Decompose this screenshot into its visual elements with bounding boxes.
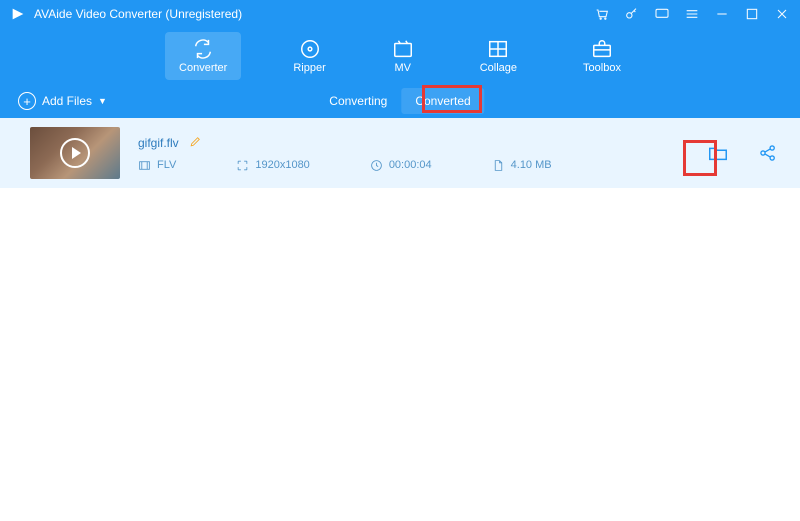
nav-mv[interactable]: MV	[378, 32, 428, 80]
file-format-value: FLV	[157, 159, 176, 171]
nav-converter[interactable]: Converter	[165, 32, 241, 80]
edit-icon[interactable]	[189, 135, 202, 151]
cart-icon[interactable]	[594, 6, 610, 22]
converter-icon	[192, 38, 214, 60]
file-size: 4.10 MB	[492, 159, 552, 172]
file-row: gifgif.flv FLV 1920x1080 00:00:04 4.10 M…	[0, 118, 800, 188]
file-resolution: 1920x1080	[236, 159, 309, 172]
file-duration: 00:00:04	[370, 159, 432, 172]
add-files-button[interactable]: + Add Files ▼	[18, 92, 107, 110]
file-info: gifgif.flv FLV 1920x1080 00:00:04 4.10 M…	[138, 135, 686, 172]
nav-label: Collage	[480, 62, 517, 74]
file-icon	[492, 159, 505, 172]
sub-toolbar: + Add Files ▼ Converting Converted	[0, 84, 800, 118]
close-icon[interactable]	[774, 6, 790, 22]
add-files-label: Add Files	[42, 94, 92, 108]
nav-label: Ripper	[293, 62, 325, 74]
nav-label: Converter	[179, 62, 227, 74]
file-name: gifgif.flv	[138, 136, 179, 150]
clock-icon	[370, 159, 383, 172]
nav-ripper[interactable]: Ripper	[279, 32, 339, 80]
file-size-value: 4.10 MB	[511, 159, 552, 171]
key-icon[interactable]	[624, 6, 640, 22]
format-icon	[138, 159, 151, 172]
nav-label: MV	[394, 62, 411, 74]
resolution-icon	[236, 159, 249, 172]
nav-label: Toolbox	[583, 62, 621, 74]
chevron-down-icon: ▼	[98, 96, 107, 106]
window-controls	[594, 6, 790, 22]
nav-toolbox[interactable]: Toolbox	[569, 32, 635, 80]
tab-converted[interactable]: Converted	[401, 88, 484, 114]
video-thumbnail[interactable]	[30, 127, 120, 179]
ripper-icon	[299, 38, 321, 60]
menu-icon[interactable]	[684, 6, 700, 22]
minimize-icon[interactable]	[714, 6, 730, 22]
row-actions	[704, 139, 782, 167]
titlebar: AVAide Video Converter (Unregistered)	[0, 0, 800, 28]
feedback-icon[interactable]	[654, 6, 670, 22]
file-duration-value: 00:00:04	[389, 159, 432, 171]
plus-icon: +	[18, 92, 36, 110]
share-button[interactable]	[754, 139, 782, 167]
file-resolution-value: 1920x1080	[255, 159, 309, 171]
conversion-tabs: Converting Converted	[315, 88, 484, 114]
main-nav: Converter Ripper MV Collage Toolbox	[0, 28, 800, 84]
collage-icon	[487, 38, 509, 60]
mv-icon	[392, 38, 414, 60]
app-logo-icon	[10, 6, 26, 22]
tab-converting[interactable]: Converting	[315, 88, 401, 114]
toolbox-icon	[591, 38, 613, 60]
nav-collage[interactable]: Collage	[466, 32, 531, 80]
window-title: AVAide Video Converter (Unregistered)	[34, 7, 594, 21]
play-icon	[60, 138, 90, 168]
file-format: FLV	[138, 159, 176, 172]
maximize-icon[interactable]	[744, 6, 760, 22]
open-folder-button[interactable]	[704, 139, 732, 167]
